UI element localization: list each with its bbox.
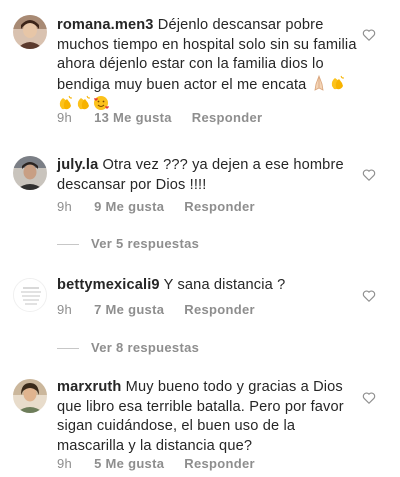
- comment-meta: 9h 9 Me gusta Responder: [57, 199, 255, 214]
- comment-text: marxruth Muy bueno todo y gracias a Dios…: [57, 378, 357, 456]
- clapping-hands-icon: [77, 95, 90, 110]
- comment-username[interactable]: marxruth: [57, 379, 121, 395]
- view-replies-button[interactable]: Ver 8 respuestas: [57, 340, 199, 355]
- likes-count[interactable]: 13 Me gusta: [94, 110, 172, 125]
- likes-count[interactable]: 5 Me gusta: [94, 456, 164, 471]
- reply-button[interactable]: Responder: [184, 456, 255, 471]
- comment-meta: 9h 13 Me gusta Responder: [57, 110, 262, 125]
- comment-time: 9h: [57, 110, 73, 125]
- view-replies-label: Ver 8 respuestas: [91, 340, 200, 355]
- clapping-hands-icon: [59, 95, 72, 110]
- reply-button[interactable]: Responder: [192, 110, 263, 125]
- comment-username[interactable]: bettymexicali9: [57, 277, 160, 293]
- comment-text: bettymexicali9 Y sana distancia ?: [57, 276, 357, 296]
- comment-body: Y sana distancia ?: [159, 277, 286, 293]
- comment-text: july.la Otra vez ??? ya dejen a ese homb…: [57, 156, 357, 195]
- replies-divider: [57, 348, 79, 350]
- comment-meta: 9h 7 Me gusta Responder: [57, 302, 255, 317]
- avatar[interactable]: [13, 278, 47, 312]
- praying-hands-icon: [314, 74, 324, 91]
- heart-outline-icon[interactable]: [362, 289, 376, 303]
- comment-text: romana.men3 Déjenlo descansar pobre much…: [57, 16, 357, 116]
- avatar[interactable]: [13, 379, 47, 413]
- heart-outline-icon[interactable]: [362, 391, 376, 405]
- comment-username[interactable]: july.la: [57, 157, 98, 173]
- heart-outline-icon[interactable]: [362, 28, 376, 42]
- comment-time: 9h: [57, 199, 73, 214]
- likes-count[interactable]: 7 Me gusta: [94, 302, 164, 317]
- view-replies-label: Ver 5 respuestas: [91, 236, 200, 251]
- replies-divider: [57, 244, 79, 246]
- comment-username[interactable]: romana.men3: [57, 17, 154, 33]
- avatar[interactable]: [13, 156, 47, 190]
- comment-time: 9h: [57, 456, 73, 471]
- view-replies-button[interactable]: Ver 5 respuestas: [57, 236, 199, 251]
- likes-count[interactable]: 9 Me gusta: [94, 199, 164, 214]
- reply-button[interactable]: Responder: [184, 302, 255, 317]
- comment-time: 9h: [57, 302, 73, 317]
- smiling-face-with-hearts-icon: [94, 96, 109, 110]
- avatar[interactable]: [13, 15, 47, 49]
- clapping-hands-icon: [331, 75, 344, 89]
- comment-body: Otra vez ??? ya dejen a ese hombre desca…: [57, 157, 344, 193]
- reply-button[interactable]: Responder: [184, 199, 255, 214]
- heart-outline-icon[interactable]: [362, 168, 376, 182]
- comment-meta: 9h 5 Me gusta Responder: [57, 456, 255, 471]
